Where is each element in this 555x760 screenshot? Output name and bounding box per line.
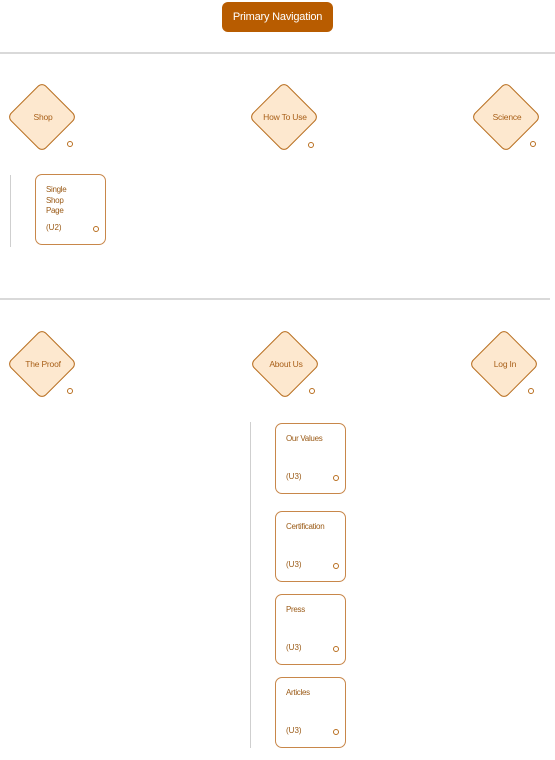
connector-dot-icon[interactable] (93, 226, 99, 232)
card-code: (U3) (286, 472, 302, 481)
connector-dot-icon[interactable] (308, 142, 314, 148)
connector-dot-icon[interactable] (333, 475, 339, 481)
connector-dot-icon[interactable] (530, 141, 536, 147)
connector-dot-icon[interactable] (67, 141, 73, 147)
primary-navigation-title[interactable]: Primary Navigation (222, 2, 333, 32)
card-code: (U3) (286, 726, 302, 735)
section-divider (0, 298, 550, 300)
connector-dot-icon[interactable] (333, 563, 339, 569)
child-card-certification[interactable]: Certification (U3) (275, 511, 346, 582)
card-code: (U3) (286, 560, 302, 569)
child-connector-line (10, 175, 11, 247)
connector-dot-icon[interactable] (309, 388, 315, 394)
card-title: Certification (286, 522, 325, 531)
child-card-single-shop-page[interactable]: Single Shop Page (U2) (35, 174, 106, 245)
nav-node-the-proof[interactable]: The Proof (6, 328, 80, 402)
child-card-press[interactable]: Press (U3) (275, 594, 346, 665)
connector-dot-icon[interactable] (333, 729, 339, 735)
card-title: Our Values (286, 434, 323, 443)
card-title: Press (286, 605, 305, 614)
nav-node-shop[interactable]: Shop (6, 81, 80, 155)
nav-node-science[interactable]: Science (470, 81, 544, 155)
child-card-our-values[interactable]: Our Values (U3) (275, 423, 346, 494)
nav-node-about-us[interactable]: About Us (249, 328, 323, 402)
connector-dot-icon[interactable] (333, 646, 339, 652)
card-code: (U2) (46, 223, 62, 232)
section-divider (0, 52, 555, 54)
connector-dot-icon[interactable] (528, 388, 534, 394)
card-title: Single Shop Page (46, 185, 67, 215)
card-code: (U3) (286, 643, 302, 652)
connector-dot-icon[interactable] (67, 388, 73, 394)
child-connector-line (250, 422, 251, 748)
nav-node-how-to-use[interactable]: How To Use (248, 81, 322, 155)
nav-node-log-in[interactable]: Log In (468, 328, 542, 402)
child-card-articles[interactable]: Articles (U3) (275, 677, 346, 748)
card-title: Articles (286, 688, 310, 697)
